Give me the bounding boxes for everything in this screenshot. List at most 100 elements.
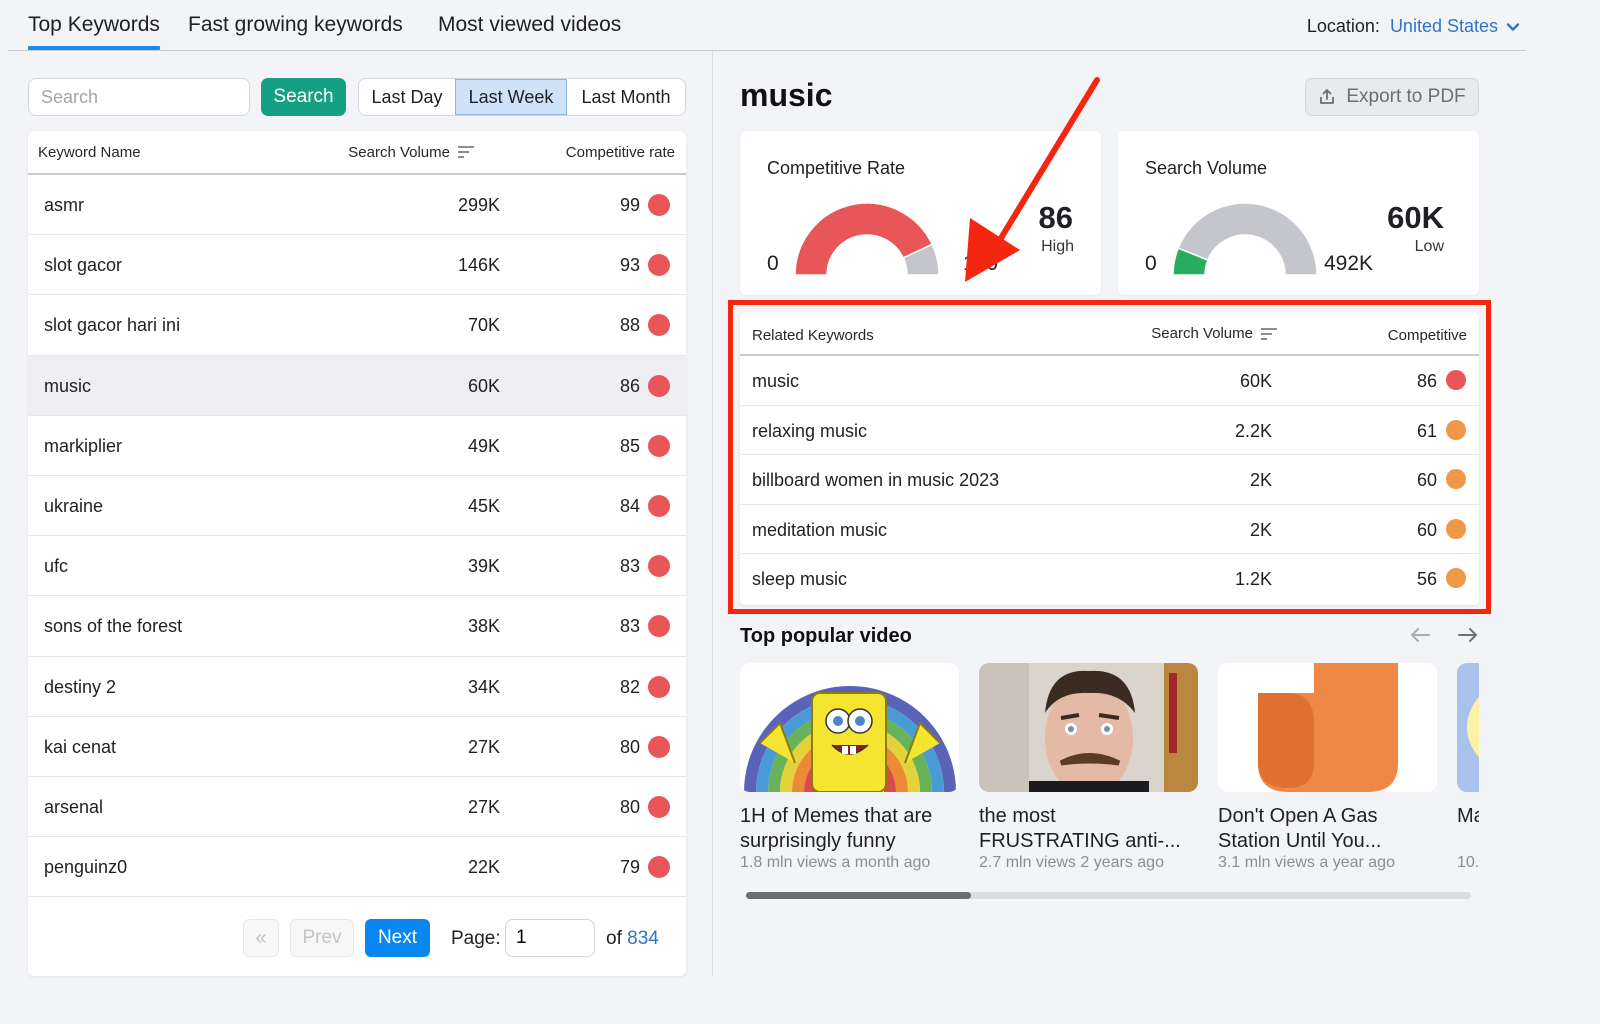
keyword-name: arsenal: [44, 796, 104, 817]
prev-page-button[interactable]: Prev: [290, 919, 354, 957]
video-thumbnail-spongebob: [740, 663, 959, 792]
competitive-level-dot: [1446, 370, 1466, 390]
column-header-search-volume-label: Search Volume: [348, 143, 450, 161]
search-volume: 27K: [467, 796, 500, 817]
video-meta: 10...: [1457, 854, 1479, 871]
competitive-rate: 80: [619, 796, 640, 817]
competitive-rate: 86: [1416, 371, 1437, 391]
competitive-rate: 60: [1416, 470, 1437, 490]
column-header-related-search-volume-label: Search Volume: [1151, 325, 1253, 342]
competitive-level-dot: [648, 856, 670, 879]
search-input[interactable]: [28, 78, 250, 116]
video-card[interactable]: Don't Open A Gas Station Until You... 3.…: [1218, 663, 1437, 872]
period-last-month-button[interactable]: Last Month: [567, 79, 685, 115]
video-title[interactable]: 1H of Memes that are surprisingly funny: [740, 804, 959, 854]
sort-icon[interactable]: [458, 145, 476, 159]
period-last-day-button[interactable]: Last Day: [359, 79, 455, 115]
related-keywords-table: Related Keywords Search Volume Competiti…: [740, 312, 1479, 605]
video-card[interactable]: the most FRUSTRATING anti-... 2.7 mln vi…: [979, 663, 1198, 872]
panel-divider: [712, 51, 713, 976]
related-keyword-name: meditation music: [752, 519, 888, 540]
competitive-rate: 86: [619, 375, 640, 396]
video-card[interactable]: Ma... Du... 10...: [1457, 663, 1479, 872]
competitive-rate: 80: [619, 736, 640, 757]
sort-icon[interactable]: [1261, 327, 1279, 341]
table-row[interactable]: ukraine 45K 84: [28, 476, 686, 537]
table-row[interactable]: sleep music 1.2K 56: [740, 554, 1479, 604]
export-pdf-button[interactable]: Export to PDF: [1305, 78, 1479, 116]
location-dropdown[interactable]: United States: [1390, 16, 1520, 37]
search-volume: 22K: [467, 857, 500, 878]
next-page-button[interactable]: Next: [365, 919, 430, 957]
competitive-level-dot: [648, 795, 670, 818]
search-volume: 2.2K: [1234, 420, 1272, 441]
search-volume-gauge: [1172, 202, 1318, 276]
tab-fast-growing-keywords[interactable]: Fast growing keywords: [188, 13, 403, 37]
location-selector: Location: United States: [1307, 16, 1520, 37]
table-row[interactable]: markiplier 49K 85: [28, 416, 686, 476]
table-row[interactable]: slot gacor hari ini 70K 88: [28, 295, 686, 356]
page-number-input[interactable]: [505, 919, 595, 957]
competitive-rate-title: Competitive Rate: [767, 158, 906, 178]
location-value: United States: [1389, 16, 1498, 36]
table-row[interactable]: asmr 299K 99: [28, 175, 686, 236]
table-row[interactable]: sons of the forest 38K 83: [28, 596, 686, 657]
column-header-competitive: Competitive: [1387, 327, 1467, 344]
search-volume: 146K: [457, 255, 500, 276]
table-row[interactable]: slot gacor 146K 93: [28, 235, 686, 296]
location-label: Location:: [1306, 16, 1380, 36]
tab-top-keywords[interactable]: Top Keywords: [28, 13, 160, 50]
column-header-keyword-name: Keyword Name: [38, 143, 141, 161]
competitive-rate: 93: [619, 255, 640, 276]
search-volume: 299K: [457, 195, 500, 215]
pagination: « Prev Next Page: of 834: [28, 896, 686, 976]
search-button[interactable]: Search: [261, 78, 346, 116]
competitive-rate-gauge: [794, 202, 940, 276]
competitive-rate: 56: [1416, 569, 1437, 589]
table-row[interactable]: arsenal 27K 80: [28, 777, 686, 838]
table-row[interactable]: music 60K 86: [740, 356, 1479, 406]
export-icon: [1320, 89, 1335, 104]
competitive-level-dot: [648, 314, 670, 337]
keyword-name: sons of the forest: [44, 616, 183, 637]
related-keyword-name: music: [752, 371, 800, 391]
arrow-right-icon[interactable]: [1457, 626, 1479, 644]
column-header-search-volume[interactable]: Search Volume: [348, 144, 476, 161]
table-row[interactable]: meditation music 2K 60: [740, 505, 1479, 554]
competitive-rate: 83: [619, 616, 640, 637]
popular-videos-title: Top popular video: [740, 625, 912, 647]
column-header-related-keywords: Related Keywords: [752, 327, 874, 344]
video-title[interactable]: Don't Open A Gas Station Until You...: [1218, 804, 1437, 854]
table-row[interactable]: kai cenat 27K 80: [28, 717, 686, 777]
keyword-name: slot gacor: [44, 255, 123, 276]
video-title[interactable]: the most FRUSTRATING anti-...: [979, 804, 1198, 854]
search-volume: 45K: [467, 495, 500, 516]
keyword-name: ufc: [44, 556, 69, 577]
table-row[interactable]: ufc 39K 83: [28, 536, 686, 597]
competitive-rate-min: 0: [767, 252, 779, 275]
search-volume: 49K: [467, 435, 500, 456]
carousel-scrollbar[interactable]: [746, 892, 1471, 899]
table-row[interactable]: music 60K 86: [28, 355, 686, 416]
table-row[interactable]: billboard women in music 2023 2K 60: [740, 455, 1479, 505]
search-volume: 60K: [467, 375, 500, 396]
chevron-down-icon: [1506, 22, 1520, 31]
table-row[interactable]: relaxing music 2.2K 61: [740, 406, 1479, 455]
competitive-rate-max: 100: [963, 252, 999, 275]
video-title[interactable]: Ma... Du...: [1457, 804, 1479, 854]
video-card[interactable]: 1H of Memes that are surprisingly funny …: [740, 663, 959, 872]
period-last-week-button[interactable]: Last Week: [455, 79, 567, 115]
annotation-highlight-box: Related Keywords Search Volume Competiti…: [728, 300, 1491, 614]
first-page-button[interactable]: «: [243, 919, 279, 957]
competitive-level-dot: [648, 194, 670, 216]
carousel-scrollbar-thumb[interactable]: [746, 892, 971, 899]
arrow-left-icon[interactable]: [1409, 626, 1431, 644]
table-row[interactable]: penguinz0 22K 79: [28, 837, 686, 898]
column-header-related-search-volume[interactable]: Search Volume: [1151, 325, 1279, 342]
video-meta: 1.8 mln views a month ago: [740, 854, 931, 871]
video-meta: 3.1 mln views a year ago: [1218, 854, 1395, 871]
table-row[interactable]: destiny 2 34K 82: [28, 657, 686, 717]
tab-most-viewed-videos[interactable]: Most viewed videos: [438, 13, 621, 37]
search-volume-level: Low: [1414, 238, 1444, 255]
search-volume: 60K: [1239, 371, 1272, 391]
